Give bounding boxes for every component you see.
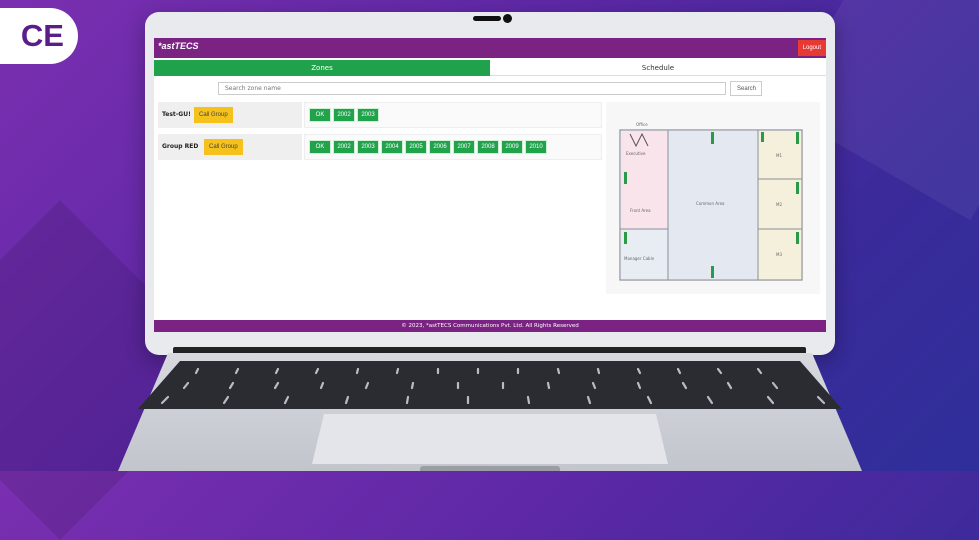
room-label-front-area: Front Area [630,208,651,213]
zone-button[interactable]: OK [309,108,331,122]
zone-button[interactable]: 2005 [405,140,427,154]
room-fill [621,131,668,229]
zone-button[interactable]: 2008 [477,140,499,154]
room-label-common-area: Common Area [696,201,725,206]
speaker-icon[interactable] [796,232,799,244]
zone-button[interactable]: 2007 [453,140,475,154]
search-input[interactable] [218,82,726,95]
call-group-button[interactable]: Call Group [204,139,243,155]
speaker-icon[interactable] [761,132,764,142]
zone-button[interactable]: 2009 [501,140,523,154]
zone-button[interactable]: 2003 [357,108,379,122]
speaker-icon[interactable] [624,172,627,184]
group-name: Group RED [162,143,199,150]
speaker-icon[interactable] [711,266,714,278]
zone-button[interactable]: 2004 [381,140,403,154]
top-bar: *astTECS Logout [154,38,826,58]
room-label-m3: M3 [776,252,782,257]
floor-plan-panel: Office Executive Front Area Manager Cabi… [606,102,820,294]
room-label-office: Office [636,122,648,127]
speaker-icon[interactable] [624,232,627,244]
room-label-manager-cabin: Manager Cabin [624,256,655,261]
call-group-button[interactable]: Call Group [194,107,233,123]
laptop-front-notch [420,466,560,471]
logout-button[interactable]: Logout [797,40,826,56]
zone-button[interactable]: 2006 [429,140,451,154]
tab-zones[interactable]: Zones [154,60,490,76]
tab-schedule[interactable]: Schedule [490,60,826,76]
footer: © 2023, *astTECS Communications Pvt. Ltd… [154,320,826,332]
room-label-executive: Executive [626,151,646,156]
brand-logo: *astTECS [158,41,199,51]
zone-list: OK 2002 2003 [304,102,602,128]
zone-button[interactable]: OK [309,140,331,154]
speaker-icon[interactable] [796,182,799,194]
trackpad [312,414,668,464]
floor-plan: Office Executive Front Area Manager Cabi… [619,122,803,281]
group-row: Test-GU! Call Group [158,102,302,128]
search-button[interactable]: Search [730,81,762,96]
speaker-icon[interactable] [796,132,799,144]
group-row: Group RED Call Group [158,134,302,160]
banner-text: CE [20,18,64,53]
zone-list: OK 2002 2003 2004 2005 2006 2007 2008 20… [304,134,602,160]
room-fill [621,229,668,279]
speaker-icon[interactable] [711,132,714,144]
zone-button[interactable]: 2002 [333,140,355,154]
banner-pill: CE [0,8,78,64]
zone-button[interactable]: 2002 [333,108,355,122]
speaker-notch [473,16,501,21]
room-label-m2: M2 [776,202,782,207]
room-label-m1: M1 [776,153,782,158]
group-name: Test-GU! [162,111,191,118]
zone-button[interactable]: 2003 [357,140,379,154]
app-screen: *astTECS Logout Zones Schedule Search Te… [154,38,826,332]
camera-icon [503,14,512,23]
keyboard [138,361,842,409]
zone-button[interactable]: 2010 [525,140,547,154]
